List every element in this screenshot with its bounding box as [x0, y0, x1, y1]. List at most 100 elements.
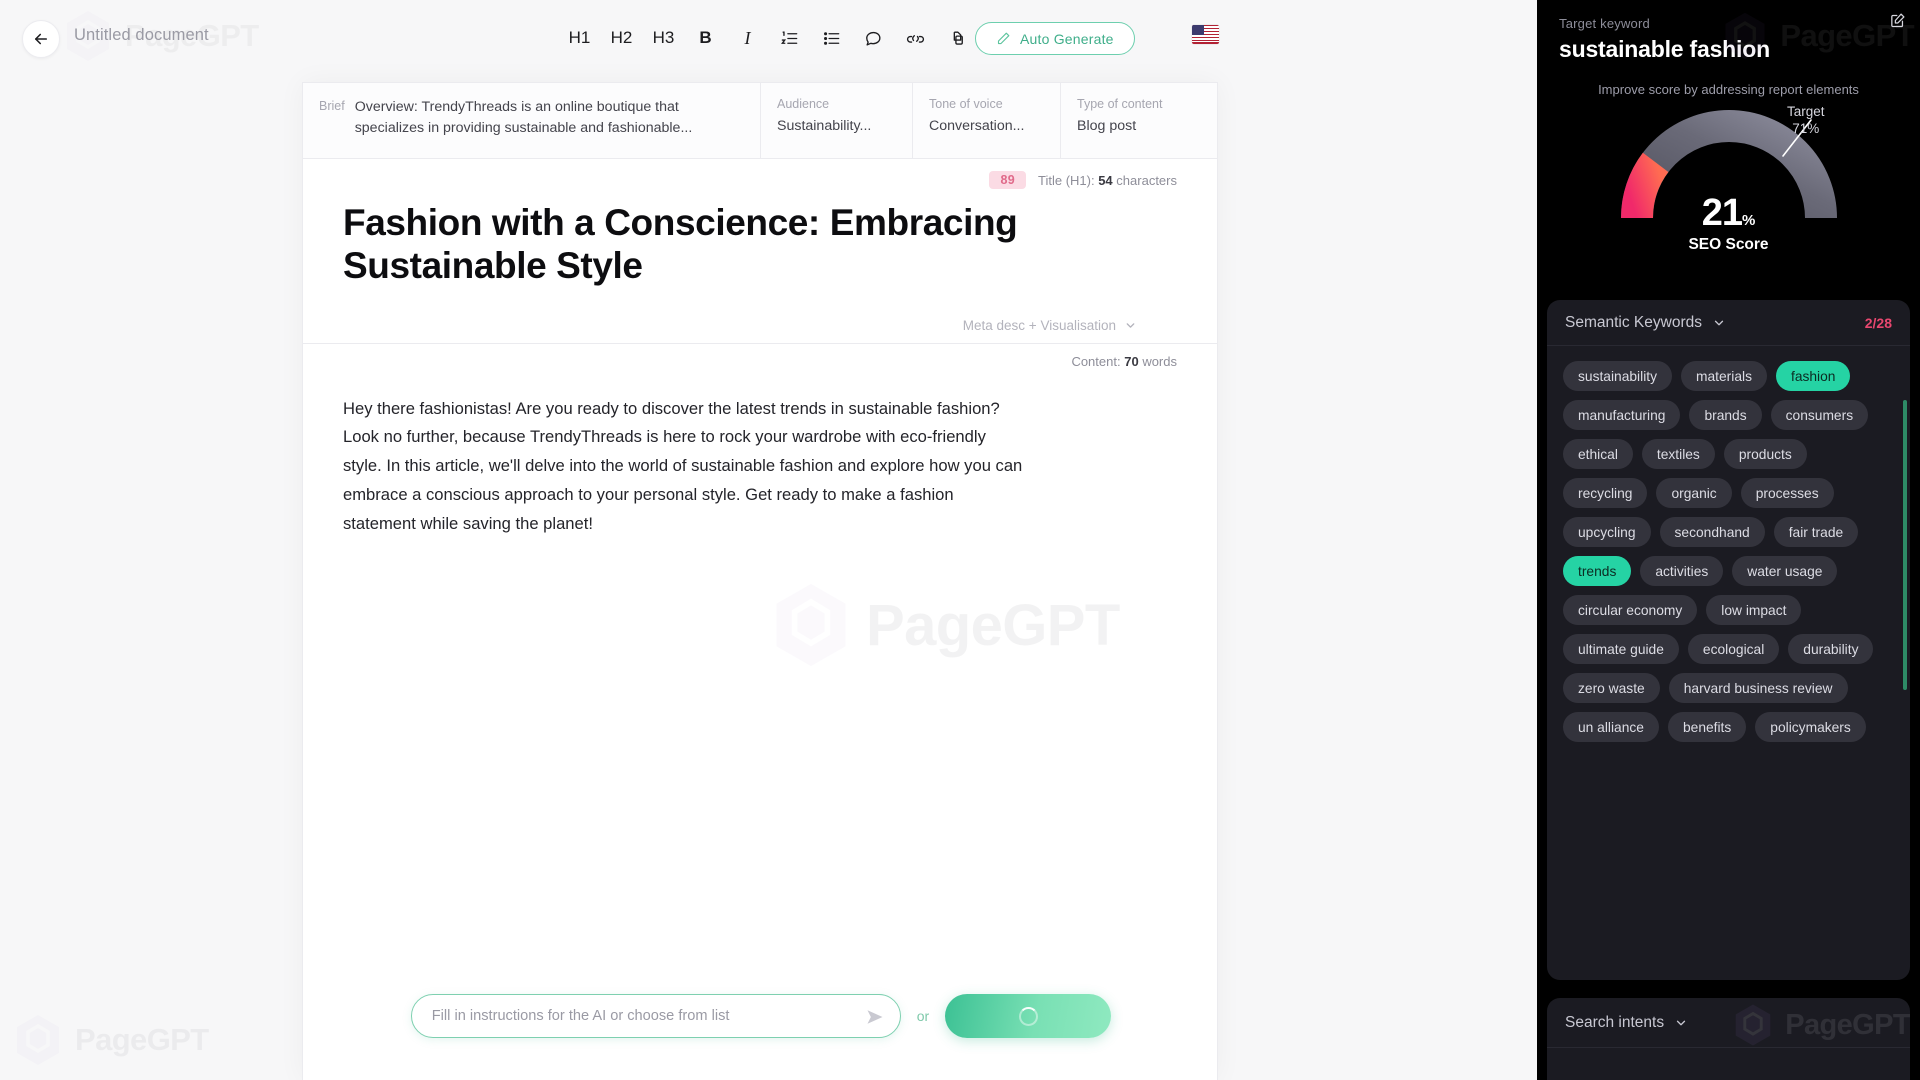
semantic-keywords-chip-list: sustainability materials fashion manufactur… [1547, 346, 1910, 760]
bullet-list-icon [824, 31, 840, 45]
target-keyword-value: sustainable fashion [1559, 36, 1770, 62]
brief-tone-cell[interactable]: Tone of voice Conversation... [913, 83, 1061, 158]
semantic-keywords-title: Semantic Keywords [1565, 314, 1702, 331]
watermark-text: PageGPT [75, 1022, 209, 1057]
keyword-chip[interactable]: fashion [1775, 361, 1851, 391]
brief-audience-cell[interactable]: Audience Sustainability... [761, 83, 913, 158]
keyword-chip[interactable]: trends [1563, 556, 1632, 586]
comment-icon [866, 31, 881, 46]
title-score-badge: 89 [989, 171, 1026, 189]
semantic-keywords-header[interactable]: Semantic Keywords 2/28 [1547, 300, 1910, 346]
ordered-list-icon [781, 30, 798, 44]
keyword-chip[interactable]: benefits [1667, 712, 1747, 742]
search-intents-header[interactable]: Search intents [1547, 998, 1910, 1048]
keyword-chip[interactable]: low impact [1706, 595, 1802, 625]
ai-prompt-field[interactable] [410, 994, 901, 1038]
content-prefix: Content: [1071, 353, 1121, 369]
keyword-chip[interactable]: brands [1689, 400, 1762, 430]
title-meta-prefix: Title (H1): [1038, 172, 1095, 188]
gauge-target-value: 71% [1792, 120, 1820, 136]
keyword-chip[interactable]: products [1723, 439, 1807, 469]
keyword-chip[interactable]: ecological [1687, 634, 1780, 664]
keyword-chip[interactable]: ethical [1563, 439, 1633, 469]
keyword-chip[interactable]: recycling [1563, 478, 1648, 508]
keyword-chip[interactable]: textiles [1641, 439, 1715, 469]
copy-button[interactable] [947, 25, 969, 51]
comment-button[interactable] [863, 25, 885, 51]
content-word-count: Content: 70 words [303, 344, 1217, 369]
link-button[interactable] [905, 25, 927, 51]
chevron-down-icon[interactable] [1712, 316, 1726, 330]
search-intents-card: PageGPT Search intents [1547, 998, 1910, 1080]
keyword-chip[interactable]: fair trade [1773, 517, 1859, 547]
seo-score-gauge: Target 71% 21% SEO Score Improve score b… [1537, 82, 1920, 282]
title-meta: 89 Title (H1): 54 characters [989, 171, 1177, 189]
title-char-count: Title (H1): 54 characters [1038, 173, 1177, 188]
chevron-down-icon[interactable] [1674, 1016, 1688, 1030]
keyword-chip[interactable]: durability [1788, 634, 1874, 664]
gauge-center-readout: 21% SEO Score [1537, 192, 1920, 254]
keyword-chip[interactable]: consumers [1770, 400, 1869, 430]
brief-tone-label: Tone of voice [929, 97, 1003, 111]
keyword-chip[interactable]: un alliance [1563, 712, 1659, 742]
send-icon[interactable] [866, 1008, 884, 1026]
watermark-text: PageGPT [866, 592, 1120, 658]
brief-type-value: Blog post [1077, 118, 1137, 134]
brief-tone-value: Conversation... [929, 118, 1025, 134]
brief-type-cell[interactable]: Type of content Blog post [1061, 83, 1217, 158]
semantic-keywords-scrollbar[interactable] [1903, 400, 1907, 690]
keyword-chip[interactable]: materials [1681, 361, 1767, 391]
keyword-chip[interactable]: secondhand [1659, 517, 1765, 547]
format-h3-button[interactable]: H3 [653, 25, 675, 51]
keyword-chip[interactable]: water usage [1732, 556, 1838, 586]
copy-icon [953, 30, 963, 45]
panel-header: PageGPT Target keyword sustainable fashi… [1537, 0, 1920, 72]
brief-overview-cell[interactable]: Brief Overview: TrendyThreads is an onli… [303, 83, 761, 158]
title-meta-suffix: characters [1116, 172, 1177, 188]
format-italic-button[interactable]: I [737, 25, 759, 51]
ai-prompt-row: or [303, 994, 1217, 1038]
keyword-chip[interactable]: circular economy [1563, 595, 1698, 625]
loading-spinner-icon [1018, 1006, 1038, 1026]
keyword-chip[interactable]: organic [1656, 478, 1732, 508]
keyword-chip[interactable]: harvard business review [1668, 673, 1848, 703]
format-bold-button[interactable]: B [695, 25, 717, 51]
format-toolbar: H1 H2 H3 B I [0, 20, 1537, 56]
semantic-keywords-card: Semantic Keywords 2/28 sustainability mat… [1547, 300, 1910, 980]
target-keyword-label: Target keyword [1559, 16, 1650, 31]
auto-generate-button[interactable]: Auto Generate [975, 22, 1135, 55]
seo-panel: PageGPT Target keyword sustainable fashi… [1537, 0, 1920, 1080]
ai-prompt-input[interactable] [411, 1008, 900, 1024]
format-h1-button[interactable]: H1 [569, 25, 591, 51]
brief-audience-label: Audience [777, 97, 830, 111]
keyword-chip[interactable]: upcycling [1563, 517, 1651, 547]
document-body-text[interactable]: Hey there fashionistas! Are you ready to… [303, 369, 1063, 539]
gauge-score-value: 21 [1701, 192, 1743, 234]
keyword-chip[interactable]: policymakers [1755, 712, 1866, 742]
edit-square-icon[interactable] [1889, 12, 1906, 29]
search-intents-title: Search intents [1565, 1014, 1665, 1031]
pencil-icon [997, 32, 1010, 45]
ordered-list-button[interactable] [779, 25, 801, 51]
chevron-down-icon [1126, 322, 1135, 328]
keyword-chip[interactable]: processes [1740, 478, 1834, 508]
title-block: 89 Title (H1): 54 characters Fashion wit… [303, 159, 1217, 343]
keyword-chip[interactable]: activities [1640, 556, 1724, 586]
brief-overview-text: Overview: TrendyThreads is an online bou… [354, 99, 693, 136]
brief-label: Brief [319, 99, 345, 113]
metadesc-label: Meta desc + Visualisation [962, 317, 1116, 333]
keyword-chip[interactable]: ultimate guide [1563, 634, 1679, 664]
keyword-chip[interactable]: manufacturing [1563, 400, 1681, 430]
semantic-keywords-count: 2/28 [1864, 315, 1892, 331]
generate-button[interactable] [945, 994, 1112, 1038]
semantic-keywords-header-left: Semantic Keywords [1565, 314, 1726, 332]
keyword-chip[interactable]: zero waste [1563, 673, 1660, 703]
format-h2-button[interactable]: H2 [611, 25, 633, 51]
app-root: PageGPT Untitled document H1 H2 H3 B I [0, 0, 1920, 1080]
bullet-list-button[interactable] [821, 25, 843, 51]
metadesc-toggle[interactable]: Meta desc + Visualisation [343, 300, 1177, 343]
top-toolbar: PageGPT Untitled document H1 H2 H3 B I [0, 0, 1537, 76]
keyword-chip[interactable]: sustainability [1563, 361, 1672, 391]
document-h1[interactable]: Fashion with a Conscience: Embracing Sus… [343, 159, 1043, 288]
language-flag-button[interactable] [1192, 25, 1219, 44]
